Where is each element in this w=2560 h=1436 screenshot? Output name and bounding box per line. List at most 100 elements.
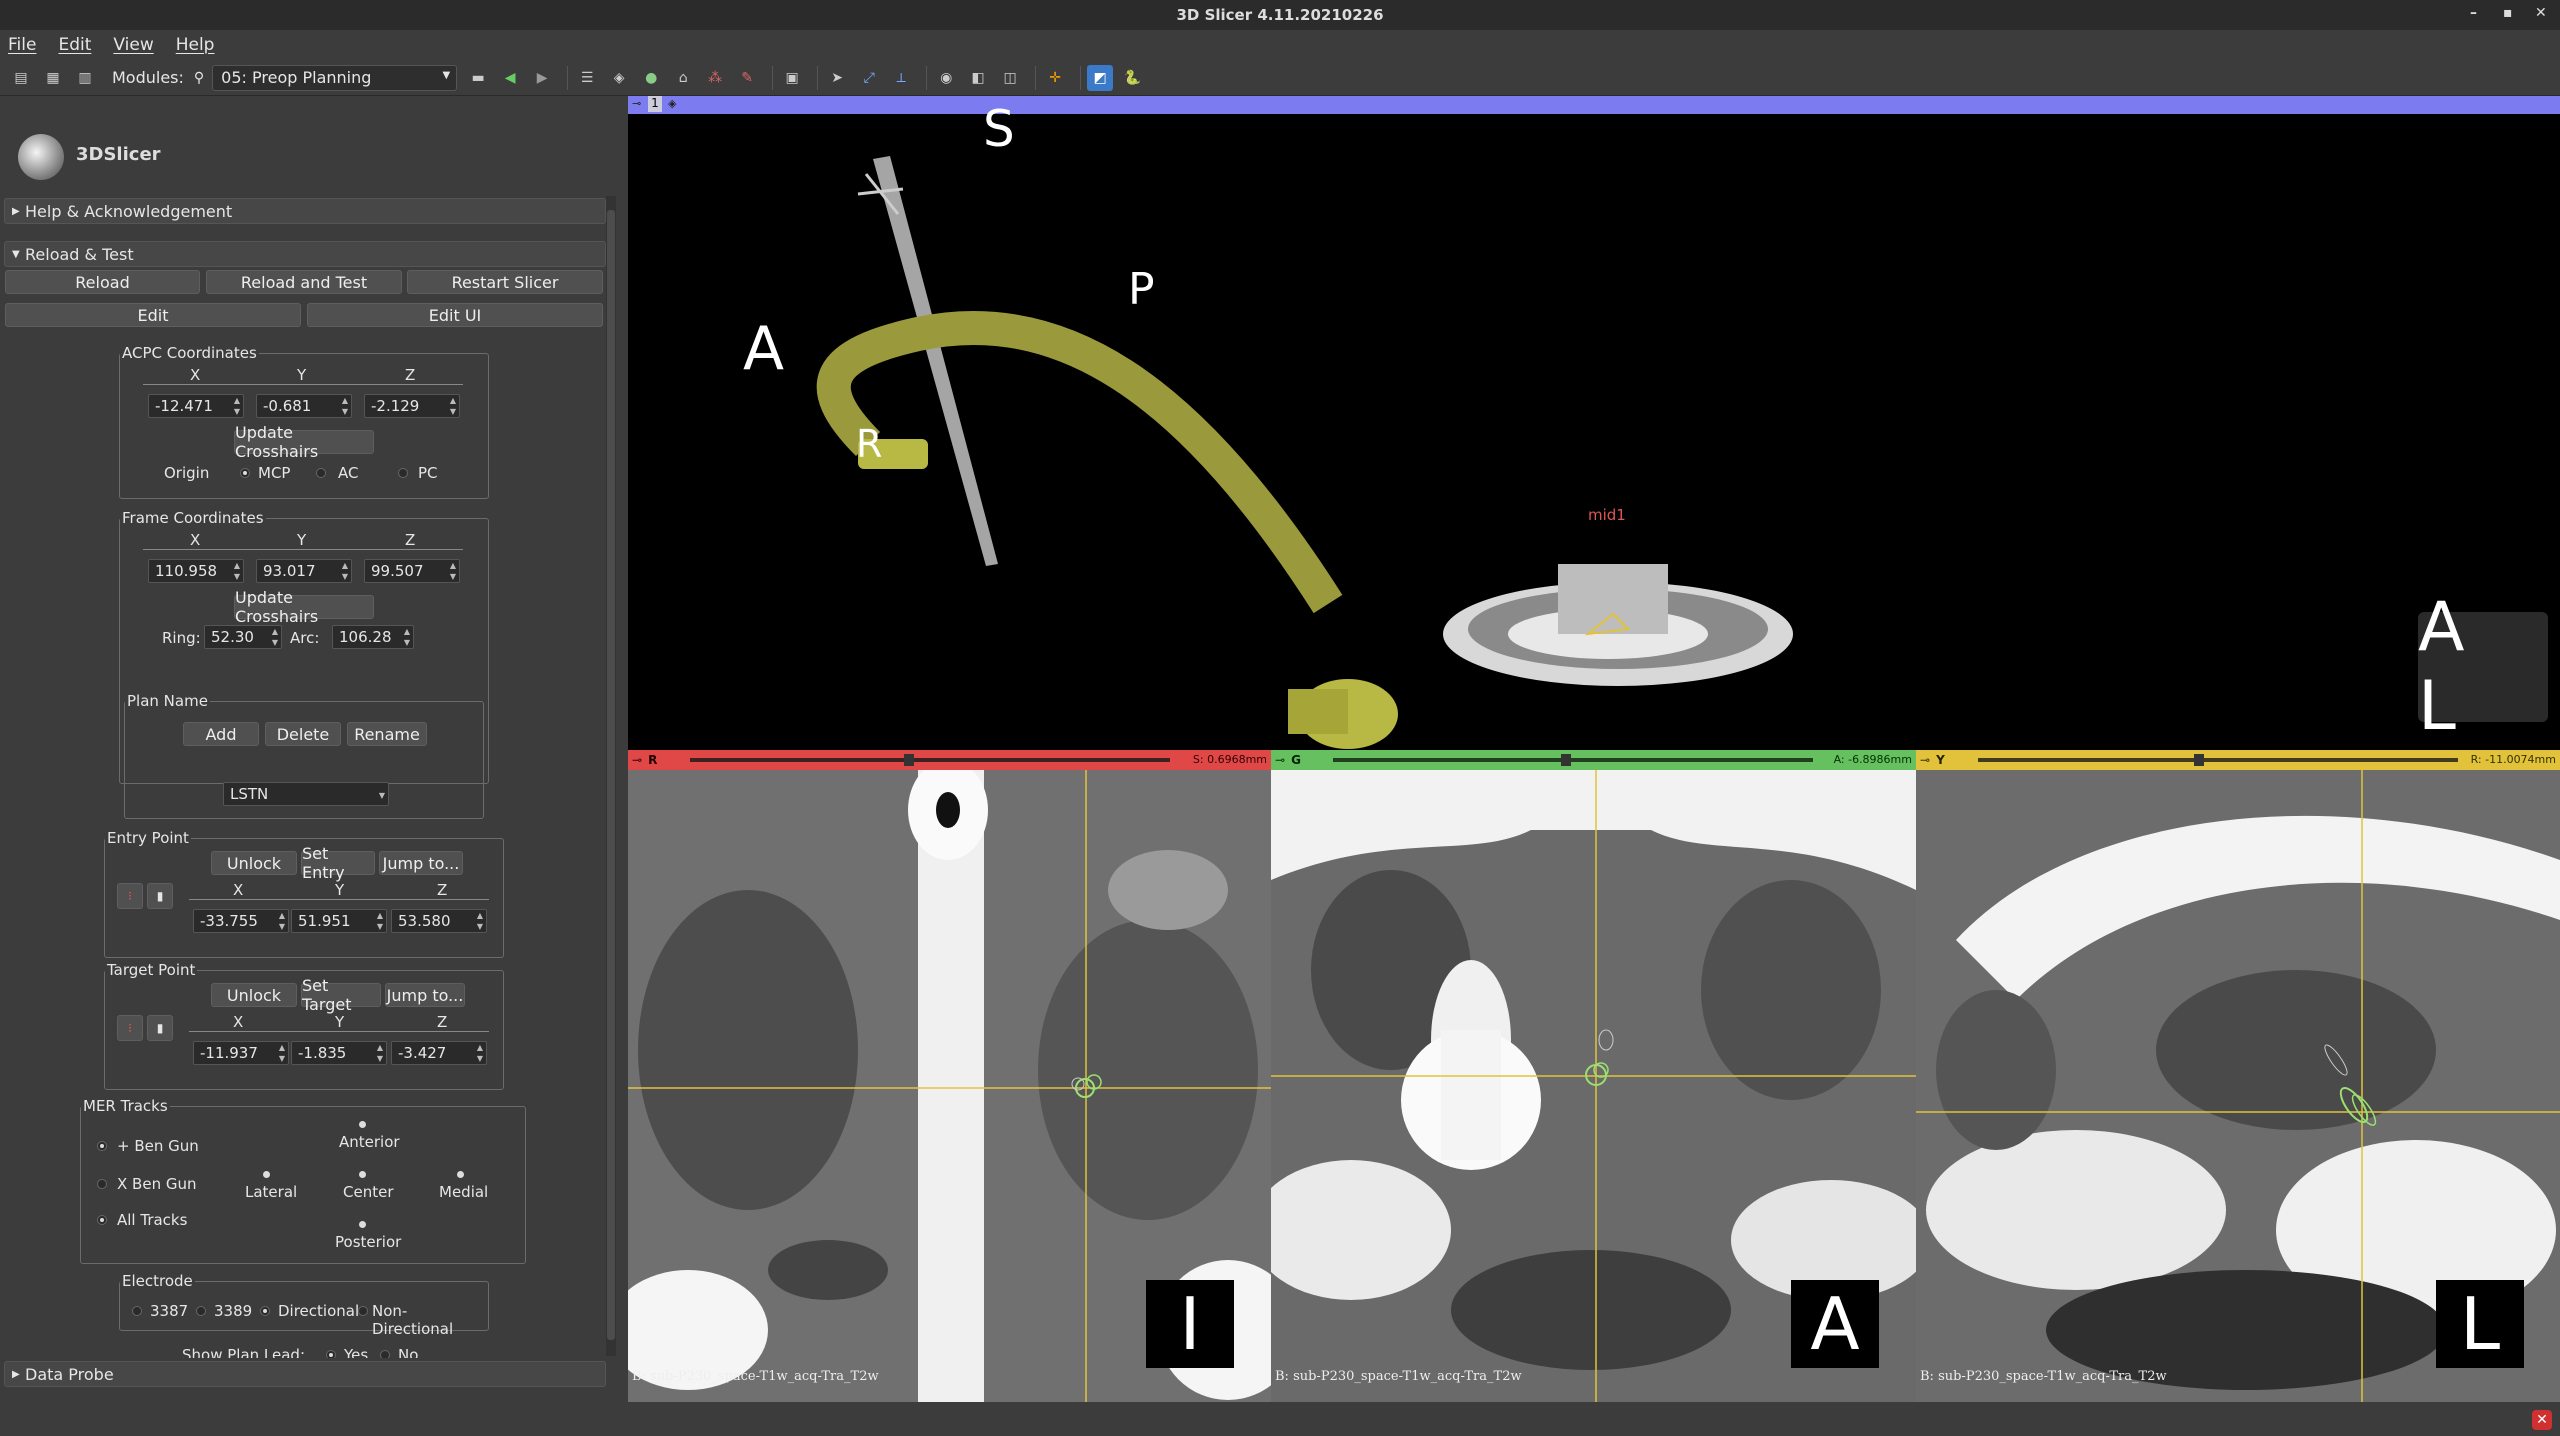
restart-slicer-button[interactable]: Restart Slicer bbox=[407, 270, 603, 294]
spin-arrows-icon[interactable]: ▲ ▼ bbox=[477, 910, 483, 932]
pin-icon[interactable]: ⊸ bbox=[1920, 753, 1930, 767]
electrode-3387-radio[interactable] bbox=[132, 1306, 142, 1316]
module-list-icon[interactable]: ▬ bbox=[465, 65, 491, 91]
origin-ac-radio[interactable] bbox=[316, 468, 326, 478]
place-line-icon[interactable]: ⟂ bbox=[888, 65, 914, 91]
add-plan-button[interactable]: Add bbox=[183, 722, 259, 746]
python-console-icon[interactable]: 🐍 bbox=[1119, 65, 1145, 91]
show-plan-lead-no-radio[interactable] bbox=[380, 1350, 390, 1358]
pin-icon[interactable]: ⊸ bbox=[632, 753, 642, 767]
minimize-icon[interactable]: – bbox=[2470, 5, 2477, 21]
maximize-icon[interactable]: ▪ bbox=[2503, 5, 2513, 21]
yellow-slice-view[interactable]: L B: sub-P230_space-T1w_acq-Tra_T2w bbox=[1916, 770, 2560, 1402]
volumes-module-icon[interactable]: ◈ bbox=[606, 65, 632, 91]
frame-x-field[interactable]: 110.958 ▲ ▼ bbox=[148, 559, 244, 583]
target-unlock-button[interactable]: Unlock bbox=[211, 983, 297, 1007]
set-entry-button[interactable]: Set Entry bbox=[301, 844, 375, 882]
electrode-3389-radio[interactable] bbox=[196, 1306, 206, 1316]
spin-arrows-icon[interactable]: ▲ ▼ bbox=[342, 560, 348, 582]
pointer-icon[interactable]: ➤ bbox=[824, 65, 850, 91]
pin-icon[interactable]: ⊸ bbox=[1275, 753, 1285, 767]
edit-button[interactable]: Edit bbox=[5, 303, 301, 327]
view-3d[interactable]: S A P R mid1 A L bbox=[628, 100, 2560, 750]
transforms-module-icon[interactable]: ⌂ bbox=[670, 65, 696, 91]
track-posterior-checkbox[interactable] bbox=[359, 1221, 366, 1228]
frame-y-field[interactable]: 93.017 ▲ ▼ bbox=[256, 559, 352, 583]
place-point-icon[interactable]: ⁝ bbox=[117, 1015, 143, 1041]
module-combo[interactable]: 05: Preop Planning ▼ bbox=[212, 64, 458, 91]
origin-mcp-radio[interactable] bbox=[240, 468, 250, 478]
spin-arrows-icon[interactable]: ▲ ▼ bbox=[450, 560, 456, 582]
delete-point-icon[interactable]: ▮ bbox=[147, 1015, 173, 1041]
scene-view-icon[interactable]: ◧ bbox=[965, 65, 991, 91]
all-tracks-radio[interactable] bbox=[97, 1215, 107, 1225]
reload-and-test-button[interactable]: Reload and Test bbox=[206, 270, 402, 294]
pin-icon[interactable]: ⊸ bbox=[632, 97, 641, 110]
load-data-icon[interactable]: ▤ bbox=[8, 65, 34, 91]
green-slice-controller[interactable]: ⊸ G A: -6.8986mm bbox=[1271, 750, 1916, 770]
entry-jump-button[interactable]: Jump to... bbox=[379, 851, 463, 875]
spin-arrows-icon[interactable]: ▲ ▼ bbox=[342, 395, 348, 417]
reload-button[interactable]: Reload bbox=[5, 270, 200, 294]
plan-select[interactable]: LSTN ▼ bbox=[223, 782, 389, 806]
spin-arrows-icon[interactable]: ▲ ▼ bbox=[404, 626, 410, 648]
markups-module-icon[interactable]: ⁂ bbox=[702, 65, 728, 91]
ben-gun-x-radio[interactable] bbox=[97, 1179, 107, 1189]
track-medial-checkbox[interactable] bbox=[457, 1171, 464, 1178]
target-z-field[interactable]: -3.427 ▲ ▼ bbox=[391, 1041, 487, 1065]
scrollbar-thumb[interactable] bbox=[607, 210, 615, 1340]
track-lateral-checkbox[interactable] bbox=[263, 1171, 270, 1178]
entry-z-field[interactable]: 53.580 ▲ ▼ bbox=[391, 909, 487, 933]
back-arrow-icon[interactable]: ◀ bbox=[497, 65, 523, 91]
acpc-x-field[interactable]: -12.471 ▲ ▼ bbox=[148, 394, 244, 418]
red-slice-controller[interactable]: ⊸ R S: 0.6968mm bbox=[628, 750, 1271, 770]
slice-slider-handle[interactable] bbox=[2194, 754, 2204, 766]
arc-field[interactable]: 106.28 ▲ ▼ bbox=[332, 625, 414, 649]
origin-pc-radio[interactable] bbox=[398, 468, 408, 478]
place-fiducial-icon[interactable]: ⤢ bbox=[856, 65, 882, 91]
yellow-slice-controller[interactable]: ⊸ Y R: -11.0074mm bbox=[1916, 750, 2560, 770]
track-center-checkbox[interactable] bbox=[359, 1171, 366, 1178]
extension-manager-icon[interactable]: ◩ bbox=[1087, 64, 1114, 91]
orientation-cube[interactable]: A L bbox=[2418, 588, 2548, 746]
place-point-icon[interactable]: ⁝ bbox=[117, 883, 143, 909]
error-log-icon[interactable]: ✕ bbox=[2532, 1410, 2552, 1430]
layout-icon[interactable]: ▣ bbox=[779, 65, 805, 91]
slice-slider-track[interactable] bbox=[690, 758, 1170, 762]
segment-editor-icon[interactable]: ✎ bbox=[734, 65, 760, 91]
menu-view[interactable]: View bbox=[113, 35, 153, 55]
close-icon[interactable]: ✕ bbox=[2535, 5, 2547, 21]
frame-update-crosshairs-button[interactable]: Update Crosshairs bbox=[234, 588, 374, 626]
spin-arrows-icon[interactable]: ▲ ▼ bbox=[477, 1042, 483, 1064]
acpc-y-field[interactable]: -0.681 ▲ ▼ bbox=[256, 394, 352, 418]
dicom-icon[interactable]: ▦ bbox=[40, 65, 66, 91]
view3d-controller-bar[interactable]: ⊸ 1 ◈ bbox=[628, 96, 2560, 114]
edit-ui-button[interactable]: Edit UI bbox=[307, 303, 603, 327]
models-module-icon[interactable]: ● bbox=[638, 65, 664, 91]
frame-z-field[interactable]: 99.507 ▲ ▼ bbox=[364, 559, 460, 583]
extension-icon[interactable]: ◫ bbox=[997, 65, 1023, 91]
section-reload-test[interactable]: ▼ Reload & Test bbox=[4, 241, 606, 267]
electrode-non-directional-radio[interactable] bbox=[358, 1306, 368, 1316]
target-y-field[interactable]: -1.835 ▲ ▼ bbox=[291, 1041, 387, 1065]
slice-slider-handle[interactable] bbox=[904, 754, 914, 766]
rename-plan-button[interactable]: Rename bbox=[347, 722, 427, 746]
spin-arrows-icon[interactable]: ▲ ▼ bbox=[377, 910, 383, 932]
menu-file[interactable]: File bbox=[8, 35, 36, 55]
spin-arrows-icon[interactable]: ▲ ▼ bbox=[279, 910, 285, 932]
green-slice-view[interactable]: A B: sub-P230_space-T1w_acq-Tra_T2w bbox=[1271, 770, 1916, 1402]
screenshot-icon[interactable]: ◉ bbox=[933, 65, 959, 91]
slice-slider-track[interactable] bbox=[1333, 758, 1813, 762]
entry-unlock-button[interactable]: Unlock bbox=[211, 851, 297, 875]
set-target-button[interactable]: Set Target bbox=[301, 976, 381, 1014]
search-icon[interactable]: ⚲ bbox=[194, 70, 204, 86]
save-icon[interactable]: ▥ bbox=[72, 65, 98, 91]
spin-arrows-icon[interactable]: ▲ ▼ bbox=[450, 395, 456, 417]
target-x-field[interactable]: -11.937 ▲ ▼ bbox=[193, 1041, 289, 1065]
forward-arrow-icon[interactable]: ▶ bbox=[529, 65, 555, 91]
module-panel-scrollbar[interactable] bbox=[606, 196, 616, 1356]
section-data-probe[interactable]: ▶ Data Probe bbox=[4, 1361, 606, 1387]
delete-plan-button[interactable]: Delete bbox=[265, 722, 341, 746]
view-menu-icon[interactable]: ◈ bbox=[668, 97, 676, 110]
data-module-icon[interactable]: ☰ bbox=[574, 65, 600, 91]
